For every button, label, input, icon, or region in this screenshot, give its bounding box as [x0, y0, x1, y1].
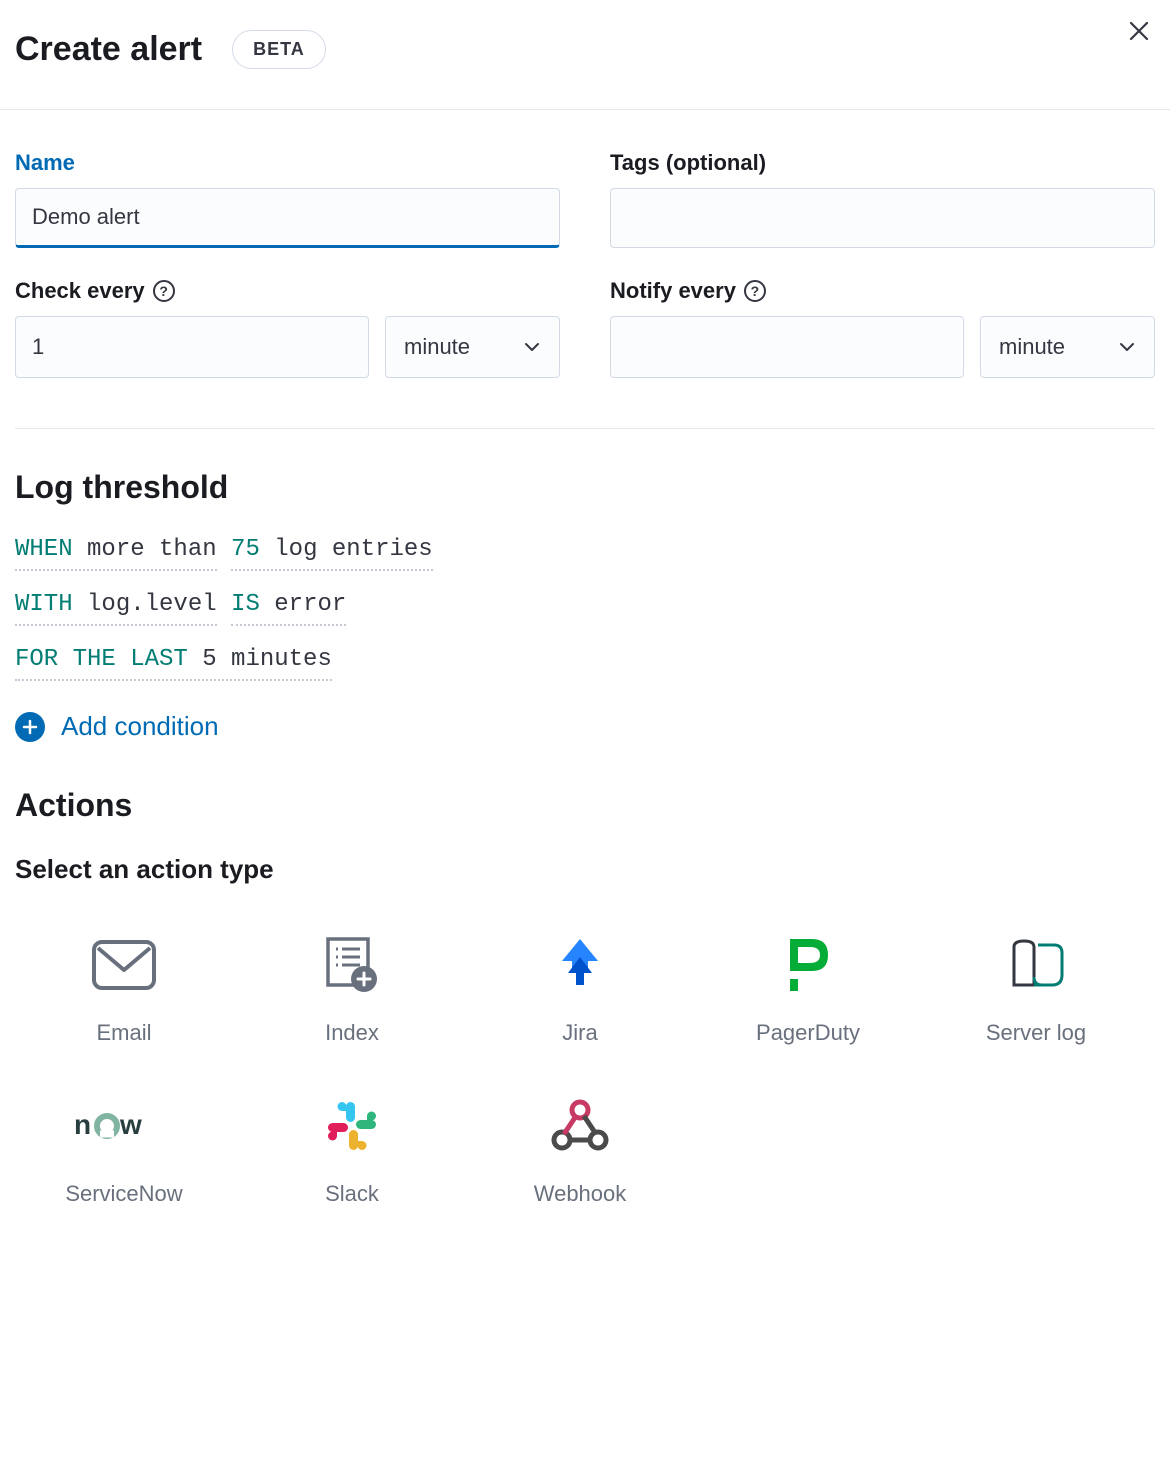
action-label: Index — [325, 1020, 379, 1046]
select-value: minute — [999, 334, 1065, 360]
notify-every-input[interactable] — [610, 316, 964, 378]
action-label: Server log — [986, 1020, 1086, 1046]
svg-text:w: w — [119, 1109, 142, 1140]
action-type-email[interactable]: Email — [15, 935, 233, 1046]
action-label: Slack — [325, 1181, 379, 1207]
action-type-servicenow[interactable]: n w ServiceNow — [15, 1096, 233, 1207]
serverlog-icon — [1004, 937, 1068, 993]
close-button[interactable] — [1128, 20, 1150, 42]
email-icon — [92, 940, 156, 990]
webhook-icon — [550, 1098, 610, 1154]
action-label: Webhook — [534, 1181, 627, 1207]
help-icon[interactable]: ? — [153, 280, 175, 302]
action-type-jira[interactable]: Jira — [471, 935, 689, 1046]
condition-line-with[interactable]: WITH log.level IS error — [15, 591, 1155, 626]
action-type-webhook[interactable]: Webhook — [471, 1096, 689, 1207]
servicenow-icon: n w — [74, 1108, 174, 1144]
name-label: Name — [15, 150, 560, 176]
notify-every-label: Notify every ? — [610, 278, 1155, 304]
action-type-pagerduty[interactable]: PagerDuty — [699, 935, 917, 1046]
svg-text:n: n — [74, 1109, 91, 1140]
help-icon[interactable]: ? — [744, 280, 766, 302]
action-label: Jira — [562, 1020, 597, 1046]
chevron-down-icon — [523, 338, 541, 356]
close-icon — [1128, 20, 1150, 42]
select-value: minute — [404, 334, 470, 360]
check-every-label: Check every ? — [15, 278, 560, 304]
check-every-unit-select[interactable]: minute — [385, 316, 560, 378]
action-label: PagerDuty — [756, 1020, 860, 1046]
jira-icon — [552, 937, 608, 993]
plus-circle-icon — [15, 712, 45, 742]
action-type-serverlog[interactable]: Server log — [927, 935, 1145, 1046]
action-type-slack[interactable]: Slack — [243, 1096, 461, 1207]
action-label: ServiceNow — [65, 1181, 182, 1207]
select-action-subtitle: Select an action type — [15, 854, 1155, 885]
divider — [15, 428, 1155, 429]
condition-line-for[interactable]: FOR THE LAST 5 minutes — [15, 646, 1155, 681]
action-type-index[interactable]: Index — [243, 935, 461, 1046]
chevron-down-icon — [1118, 338, 1136, 356]
actions-title: Actions — [15, 787, 1155, 824]
name-input[interactable] — [15, 188, 560, 248]
pagerduty-icon — [784, 937, 832, 993]
tags-input[interactable] — [610, 188, 1155, 248]
check-every-input[interactable] — [15, 316, 369, 378]
action-label: Email — [96, 1020, 151, 1046]
add-condition-label: Add condition — [61, 711, 219, 742]
add-condition-button[interactable]: Add condition — [15, 711, 1155, 742]
index-icon — [324, 937, 380, 993]
notify-every-unit-select[interactable]: minute — [980, 316, 1155, 378]
slack-icon — [324, 1098, 380, 1154]
beta-badge: BETA — [232, 30, 326, 69]
condition-line-when[interactable]: WHEN more than 75 log entries — [15, 536, 1155, 571]
log-threshold-title: Log threshold — [15, 469, 1155, 506]
page-title: Create alert — [15, 30, 202, 69]
tags-label: Tags (optional) — [610, 150, 1155, 176]
